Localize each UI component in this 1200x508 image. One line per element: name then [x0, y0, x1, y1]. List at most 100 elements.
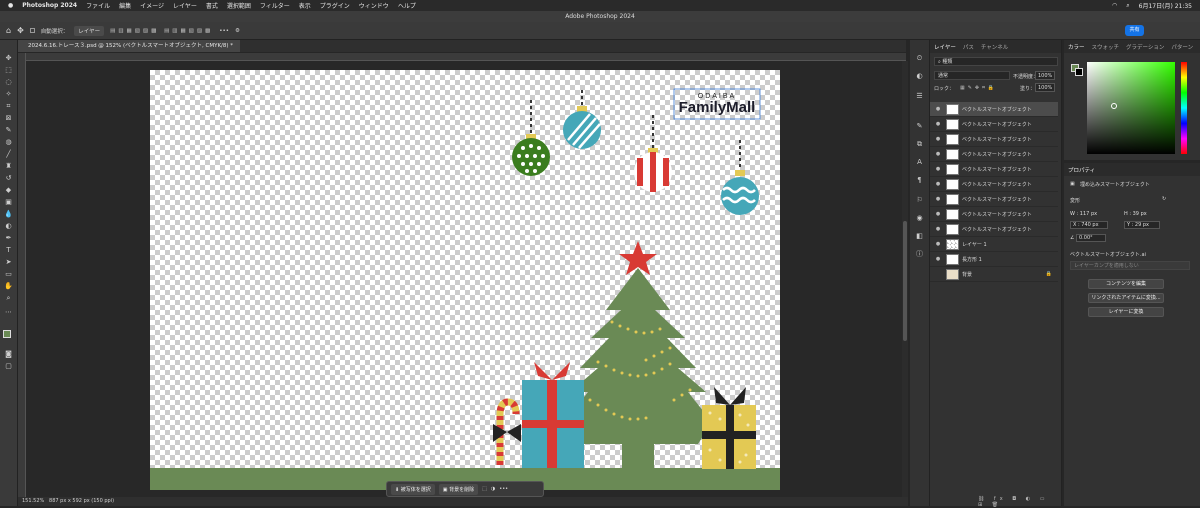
eye-icon[interactable]: ●: [933, 241, 943, 247]
marquee-tool-icon[interactable]: ⬚: [4, 66, 13, 75]
layer-row[interactable]: ● ベクトルスマートオブジェクト: [930, 192, 1058, 207]
healing-brush-icon[interactable]: ◍: [4, 138, 13, 147]
hand-tool-icon[interactable]: ✋: [4, 282, 13, 291]
menu-edit[interactable]: 編集: [119, 1, 131, 10]
more-options-button[interactable]: •••: [219, 28, 229, 34]
layer-row[interactable]: ● 背景 🔒: [930, 267, 1058, 282]
layer-row[interactable]: ● ベクトルスマートオブジェクト: [930, 102, 1058, 117]
tab-properties[interactable]: プロパティ: [1068, 166, 1095, 174]
background-color-swatch[interactable]: [1075, 68, 1083, 76]
eye-icon[interactable]: ●: [933, 196, 943, 202]
history-brush-icon[interactable]: ↺: [4, 174, 13, 183]
layer-row[interactable]: ● ベクトルスマートオブジェクト: [930, 162, 1058, 177]
eraser-icon[interactable]: ◆: [4, 186, 13, 195]
search-icon[interactable]: ⌕: [1126, 2, 1129, 10]
document-tab[interactable]: 2024.6.16.トレース３.psd @ 152% (ベクトルスマートオブジェ…: [18, 40, 240, 52]
eye-icon[interactable]: ●: [933, 181, 943, 187]
layer-footer-icons[interactable]: ⛓ fx ◘ ◐ ▭ ⊞ 🗑: [978, 496, 1061, 508]
width-field[interactable]: W : 117 px: [1070, 211, 1097, 217]
tab-swatches[interactable]: スウォッチ: [1092, 43, 1120, 51]
layer-comp-dropdown[interactable]: レイヤーカンプを適用しない: [1070, 261, 1190, 270]
eye-icon[interactable]: ●: [933, 151, 943, 157]
app-menu[interactable]: Photoshop 2024: [22, 2, 77, 9]
reset-icon[interactable]: ↻: [1162, 196, 1166, 202]
home-icon[interactable]: ⌂: [6, 26, 11, 35]
hue-slider[interactable]: [1181, 62, 1187, 154]
adjustments-icon[interactable]: ◐: [915, 72, 924, 81]
eye-icon[interactable]: ●: [933, 256, 943, 262]
styles-icon[interactable]: ◉: [915, 214, 924, 223]
tab-color[interactable]: カラー: [1068, 43, 1085, 51]
eye-icon[interactable]: ●: [933, 211, 943, 217]
menu-plugins[interactable]: プラグイン: [320, 1, 350, 10]
layer-row[interactable]: ● ベクトルスマートオブジェクト: [930, 117, 1058, 132]
libraries-icon[interactable]: ◧: [915, 232, 924, 241]
menu-view[interactable]: 表示: [299, 1, 311, 10]
tab-gradients[interactable]: グラデーション: [1126, 43, 1164, 51]
brush-settings-icon[interactable]: ✎: [915, 122, 924, 131]
edit-contents-button[interactable]: コンテンツを編集: [1088, 279, 1164, 289]
menu-select[interactable]: 選択範囲: [227, 1, 251, 10]
convert-to-layers-button[interactable]: レイヤーに変換: [1088, 307, 1164, 317]
share-button[interactable]: 共有: [1125, 25, 1144, 36]
stamp-tool-icon[interactable]: ♜: [4, 162, 13, 171]
eyedropper-icon[interactable]: ✎: [4, 126, 13, 135]
height-field[interactable]: H : 39 px: [1124, 211, 1147, 217]
quick-mask-icon[interactable]: ◙: [4, 350, 13, 359]
properties-icon[interactable]: ☰: [915, 92, 924, 101]
layer-row[interactable]: ● ベクトルスマートオブジェクト: [930, 132, 1058, 147]
brush-tool-icon[interactable]: ╱: [4, 150, 13, 159]
blend-mode-dropdown[interactable]: 通常: [934, 71, 1010, 80]
convert-to-linked-button[interactable]: リンクされたアイテムに変換...: [1088, 293, 1164, 303]
blur-tool-icon[interactable]: 💧: [4, 210, 13, 219]
history-icon[interactable]: ⏲: [915, 54, 924, 63]
dodge-tool-icon[interactable]: ◐: [4, 222, 13, 231]
paragraph-icon[interactable]: ¶: [915, 176, 924, 185]
wifi-icon[interactable]: ◠: [1112, 2, 1117, 9]
character-icon[interactable]: A: [915, 158, 924, 167]
zoom-level[interactable]: 151.52%: [22, 498, 44, 504]
menu-layer[interactable]: レイヤー: [173, 1, 197, 10]
color-picker-field[interactable]: [1087, 62, 1175, 154]
document-canvas[interactable]: ODAIBA FamilyMall: [150, 70, 780, 490]
type-tool-icon[interactable]: T: [4, 246, 13, 255]
frame-tool-icon[interactable]: ⊠: [4, 114, 13, 123]
eye-icon[interactable]: ●: [933, 271, 943, 277]
menu-file[interactable]: ファイル: [86, 1, 110, 10]
eye-icon[interactable]: ●: [933, 106, 943, 112]
menu-image[interactable]: イメージ: [140, 1, 164, 10]
layer-row[interactable]: ● ベクトルスマートオブジェクト: [930, 147, 1058, 162]
foreground-color-swatch[interactable]: [3, 330, 11, 338]
rectangle-tool-icon[interactable]: ▭: [4, 270, 13, 279]
info-icon[interactable]: ⓘ: [915, 250, 924, 259]
x-field[interactable]: X : 740 px: [1070, 221, 1108, 229]
menu-help[interactable]: ヘルプ: [398, 1, 416, 10]
gear-icon[interactable]: ⚙: [235, 28, 240, 34]
crop-tool-icon[interactable]: ⌗: [4, 102, 13, 111]
tab-channels[interactable]: チャンネル: [981, 43, 1008, 51]
lock-icons[interactable]: ▦✎✥⌗🔒: [960, 85, 997, 91]
fill-field[interactable]: 100%: [1035, 83, 1056, 92]
adjust-icon[interactable]: ◑: [491, 486, 495, 492]
lasso-tool-icon[interactable]: ◌: [4, 78, 13, 87]
ctx-more-button[interactable]: •••: [499, 486, 508, 492]
layer-row[interactable]: ● 長方形 1: [930, 252, 1058, 267]
menu-type[interactable]: 書式: [206, 1, 218, 10]
document-size[interactable]: 887 px x 592 px (150 ppi): [49, 498, 114, 504]
clone-source-icon[interactable]: ⧉: [915, 140, 924, 149]
remove-background-button[interactable]: ▣ 背景を削除: [438, 483, 479, 495]
screen-mode-icon[interactable]: ▢: [4, 362, 13, 371]
glyphs-icon[interactable]: ⚐: [915, 196, 924, 205]
eye-icon[interactable]: ●: [933, 166, 943, 172]
tab-patterns[interactable]: パターン: [1171, 43, 1193, 51]
gradient-tool-icon[interactable]: ▣: [4, 198, 13, 207]
magic-wand-icon[interactable]: ✧: [4, 90, 13, 99]
opacity-field[interactable]: 100%: [1035, 71, 1056, 80]
tab-paths[interactable]: パス: [963, 43, 974, 51]
move-tool-icon[interactable]: ✥: [17, 26, 24, 35]
eye-icon[interactable]: ●: [933, 226, 943, 232]
apple-icon[interactable]: ●: [8, 2, 13, 9]
move-tool-icon[interactable]: ✥: [4, 54, 13, 63]
eye-icon[interactable]: ●: [933, 136, 943, 142]
y-field[interactable]: Y : 29 px: [1124, 221, 1160, 229]
